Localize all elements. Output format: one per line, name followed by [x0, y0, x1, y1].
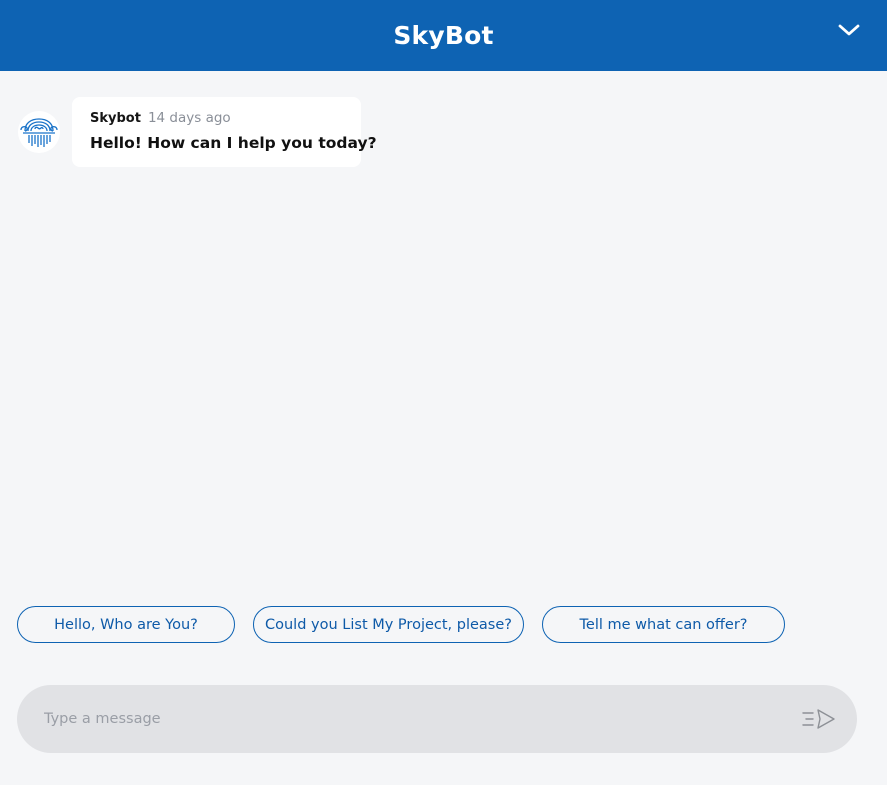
skybot-logo-icon — [20, 118, 58, 147]
chevron-down-icon — [838, 24, 860, 36]
suggestion-chip-list-projects[interactable]: Could you List My Project, please? — [253, 606, 524, 643]
bot-avatar — [18, 111, 60, 153]
send-icon — [802, 709, 835, 729]
bot-message-bubble: Skybot 14 days ago Hello! How can I help… — [72, 97, 377, 167]
message-input[interactable] — [44, 705, 784, 733]
collapse-button[interactable] — [837, 18, 861, 42]
chat-header: SkyBot — [0, 0, 887, 71]
message-sender: Skybot — [90, 111, 141, 126]
message-composer — [17, 685, 857, 753]
send-button[interactable] — [801, 705, 837, 733]
suggestion-chips: Hello, Who are You? Could you List My Pr… — [0, 606, 887, 643]
suggestion-chip-what-can-offer[interactable]: Tell me what can offer? — [542, 606, 785, 643]
chat-title: SkyBot — [393, 21, 494, 50]
suggestion-chip-who-are-you[interactable]: Hello, Who are You? — [17, 606, 235, 643]
message-timestamp: 14 days ago — [147, 110, 231, 126]
message-text: Hello! How can I help you today? — [90, 134, 377, 152]
message-meta: Skybot 14 days ago — [90, 110, 361, 128]
